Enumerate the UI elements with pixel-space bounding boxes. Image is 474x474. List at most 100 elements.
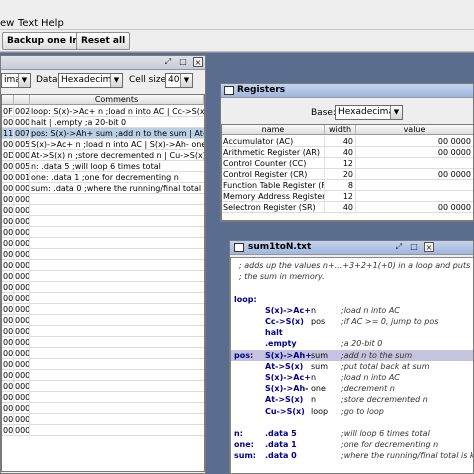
code-operand: sum (311, 350, 329, 360)
table-row[interactable]: 00 000 (2, 282, 204, 293)
table-row[interactable]: 00 000 (2, 249, 204, 260)
table-cell: 00 (3, 293, 14, 304)
table-cell: 000 (15, 249, 30, 260)
reset-all-button[interactable]: Reset all (76, 32, 131, 50)
table-row[interactable]: 00 000 (2, 326, 204, 337)
code-line[interactable]: .empty ;a 20-bit 0 (231, 338, 473, 349)
chevron-down-icon: ▼ (18, 74, 30, 87)
table-row[interactable]: 00 000 (2, 392, 204, 403)
maximize-icon[interactable]: □ (409, 242, 419, 252)
column-header-address[interactable] (2, 95, 14, 105)
table-row[interactable]: 00 000 (2, 425, 204, 436)
base-select[interactable]: Hexadecimal ▼ (335, 105, 403, 120)
table-cell: 12 (325, 158, 356, 169)
table-row[interactable]: 00 000 (2, 227, 204, 238)
code-line[interactable] (231, 417, 473, 428)
code-line[interactable]: n: .data 5 ;will loop 6 times total (231, 428, 473, 439)
close-icon[interactable]: × (193, 57, 203, 67)
table-row[interactable]: 00 000 (2, 403, 204, 414)
code-line[interactable]: S(x)->Ac+ n ;load n into AC (231, 305, 473, 316)
restore-icon[interactable]: ⤢ (163, 57, 173, 67)
table-row[interactable]: 00 005 S(x)->Ac+ n ;load n into AC | S(x)-… (2, 139, 204, 150)
editor-titlebar[interactable]: sum1toN.txt ⤢ □ × (230, 241, 473, 255)
code-instruction: .data 0 (265, 451, 297, 461)
menu-help[interactable]: Help (41, 18, 64, 29)
table-row[interactable]: 00 000 (2, 381, 204, 392)
table-row[interactable]: 00 000 halt | .empty ;a 20-bit 0 (2, 117, 204, 128)
column-header-value[interactable]: value (356, 125, 473, 135)
table-row[interactable]: Arithmetic Register (AR) 40 00 0000 (222, 147, 473, 158)
restore-icon[interactable]: ⤢ (394, 242, 404, 252)
code-line[interactable]: ; the sum in memory. (231, 271, 473, 282)
table-row[interactable]: 00 000 (2, 370, 204, 381)
table-row[interactable]: 00 000 (2, 315, 204, 326)
menu-view[interactable]: ew (0, 18, 14, 29)
table-row[interactable]: 0F 002 loop: S(x)->Ac+ n ;load n into AC |… (2, 106, 204, 117)
table-row[interactable]: 00 000 (2, 348, 204, 359)
code-line[interactable]: loop: (231, 294, 473, 305)
table-cell: 00 (3, 117, 14, 128)
table-row[interactable]: 00 000 (2, 337, 204, 348)
registers-table-header: name width value (222, 125, 473, 135)
column-header-width[interactable]: width (325, 125, 356, 135)
code-line[interactable]: halt (231, 327, 473, 338)
code-line[interactable]: sum: .data 0 ;where the running/final tota… (231, 450, 473, 461)
table-cell: 000 (15, 183, 30, 194)
code-comment: ;store decremented n (341, 395, 428, 405)
code-label: n: (234, 429, 243, 438)
column-header-name[interactable]: name (222, 125, 325, 135)
maximize-icon[interactable]: □ (178, 57, 188, 67)
table-cell: 12 (325, 191, 356, 202)
column-header-data[interactable] (14, 95, 30, 105)
table-row[interactable]: 00 000 (2, 260, 204, 271)
column-header-comments[interactable]: Comments (30, 95, 204, 105)
code-line[interactable]: At->S(x) sum ;put total back at sum (231, 361, 473, 372)
table-row[interactable]: Function Table Register (F... 8 (222, 180, 473, 191)
menu-text[interactable]: Text (18, 18, 38, 29)
menu-bar: ew Text Help (0, 0, 474, 30)
code-editor[interactable]: ; adds up the values n+...+3+2+1(+0) in … (230, 257, 473, 473)
ram-table: Comments 0F 002 loop: S(x)->Ac+ n ;load n … (1, 94, 205, 472)
table-row[interactable]: 00 001 one: .data 1 ;one for decrementing … (2, 172, 204, 183)
code-line[interactable] (231, 282, 473, 293)
table-cell: 00 (3, 183, 14, 194)
code-line[interactable]: ; adds up the values n+...+3+2+1(+0) in … (231, 260, 473, 271)
code-line[interactable]: Cu->S(x) loop ;go to loop (231, 406, 473, 417)
table-row[interactable]: 11 007 pos: S(x)->Ah+ sum ;add n to the su… (2, 128, 204, 139)
table-row[interactable]: 00 005 n: .data 5 ;will loop 6 times total (2, 161, 204, 172)
code-line[interactable]: pos: S(x)->Ah+ sum ;add n to the sum (231, 349, 473, 361)
close-icon[interactable]: × (424, 242, 434, 252)
table-row[interactable]: 00 000 (2, 304, 204, 315)
table-row[interactable]: 00 000 (2, 271, 204, 282)
code-line[interactable]: S(x)->Ah-one ;decrement n (231, 383, 473, 394)
code-instruction: .empty (265, 339, 297, 349)
table-cell: 00 (3, 205, 14, 216)
table-row[interactable]: Memory Address Register ... 12 (222, 191, 473, 202)
table-row[interactable]: Accumulator (AC) 40 00 0000 (222, 136, 473, 147)
code-line[interactable]: At->S(x) n ;store decremented n (231, 394, 473, 405)
table-cell: 000 (15, 271, 30, 282)
ram-titlebar[interactable]: ⤢ □ × (1, 56, 205, 70)
table-row[interactable]: 00 000 (2, 238, 204, 249)
data-format-select[interactable]: Hexadecimal ▼ (58, 73, 123, 88)
table-row[interactable]: Selectron Register (SR) 40 00 0000 (222, 202, 473, 213)
code-line[interactable]: one: .data 1 ;one for decrementing n (231, 439, 473, 450)
table-row[interactable]: 00 000 sum: .data 0 ;where the running/fin… (2, 183, 204, 194)
table-row[interactable]: 00 000 (2, 205, 204, 216)
code-line[interactable]: S(x)->Ac+ n ;load n into AC (231, 372, 473, 383)
table-row[interactable]: 00 000 (2, 194, 204, 205)
table-row[interactable]: 00 000 (2, 359, 204, 370)
cell-size-select[interactable]: 40 ▼ (165, 73, 193, 88)
table-row[interactable]: 00 000 (2, 414, 204, 425)
code-line[interactable]: Cc->S(x) pos ;if AC >= 0, jump to pos (231, 316, 473, 327)
code-instruction: At->S(x) (265, 395, 304, 405)
table-row[interactable]: Control Register (CR) 20 00 0000 (222, 169, 473, 180)
table-row[interactable]: 00 000 (2, 216, 204, 227)
table-row[interactable]: 00 000 (2, 293, 204, 304)
table-row[interactable]: 0D 000 At->S(x) n ;store decremented n | C… (2, 150, 204, 161)
table-cell: 000 (15, 359, 30, 370)
registers-titlebar[interactable]: Registers (221, 84, 473, 98)
address-format-select[interactable]: imal ▼ (1, 73, 31, 88)
table-cell: Function Table Register (F... (223, 180, 325, 191)
table-row[interactable]: Control Counter (CC) 12 (222, 158, 473, 169)
